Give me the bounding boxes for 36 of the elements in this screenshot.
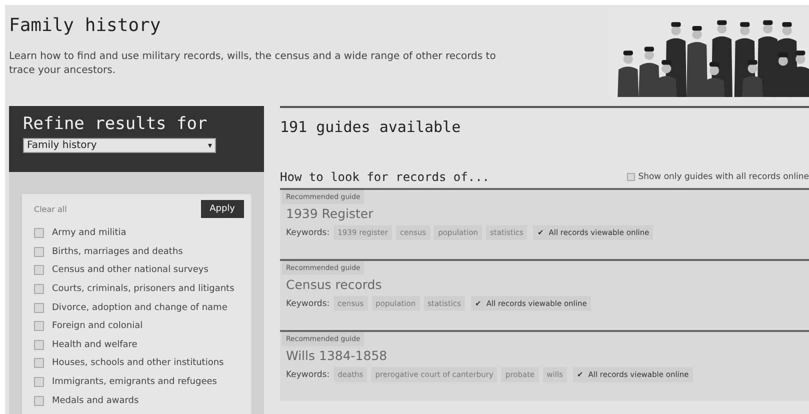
page-title: Family history: [9, 15, 162, 36]
keywords-label: Keywords:: [286, 370, 330, 380]
section-heading: How to look for records of...: [280, 170, 490, 184]
filter-label[interactable]: Houses, schools and other institutions: [52, 358, 224, 368]
keywords-label: Keywords:: [286, 298, 330, 308]
filter-label[interactable]: Army and militia: [52, 228, 126, 238]
topic-dropdown[interactable]: Family history ▾: [23, 138, 216, 153]
checkbox[interactable]: [34, 340, 44, 350]
filter-label[interactable]: Health and welfare: [52, 340, 138, 350]
filter-label[interactable]: Foreign and colonial: [52, 321, 143, 332]
checkbox[interactable]: [34, 358, 44, 368]
filter-label[interactable]: Births, marriages and deaths: [52, 246, 183, 257]
guide-title-link[interactable]: 1939 Register: [282, 204, 378, 221]
checkbox[interactable]: [34, 228, 44, 238]
filter-label[interactable]: Census and other national surveys: [52, 265, 208, 276]
checkbox[interactable]: [34, 284, 44, 294]
filter-label[interactable]: Courts, criminals, prisoners and litigants: [52, 284, 234, 294]
sidebar-title: Refine results for: [23, 114, 208, 134]
clear-all-link[interactable]: Clear all: [34, 204, 67, 214]
checkbox[interactable]: [34, 321, 44, 332]
checkbox[interactable]: [627, 173, 636, 181]
guide-title-link[interactable]: Wills 1384-1858: [282, 346, 392, 363]
apply-button[interactable]: Apply: [200, 200, 244, 218]
filter-label[interactable]: Divorce, adoption and change of name: [52, 302, 228, 313]
keywords-label: Keywords:: [286, 228, 330, 238]
checkbox[interactable]: [34, 302, 44, 313]
page-description: Learn how to find and use military records, wills, the census and a wide range of other records to trace your ancestors.: [9, 50, 497, 78]
filter-label[interactable]: Medals and awards: [52, 396, 139, 406]
checkbox[interactable]: [34, 377, 44, 388]
guide-title-link[interactable]: Census records: [282, 275, 386, 292]
checkbox[interactable]: [34, 246, 44, 257]
filter-label[interactable]: Immigrants, emigrants and refugees: [52, 377, 217, 388]
checkbox[interactable]: [34, 265, 44, 276]
results-count: 191 guides available: [280, 118, 462, 136]
checkbox[interactable]: [34, 396, 44, 406]
online-filter-label[interactable]: Show only guides with all records online: [638, 172, 809, 182]
